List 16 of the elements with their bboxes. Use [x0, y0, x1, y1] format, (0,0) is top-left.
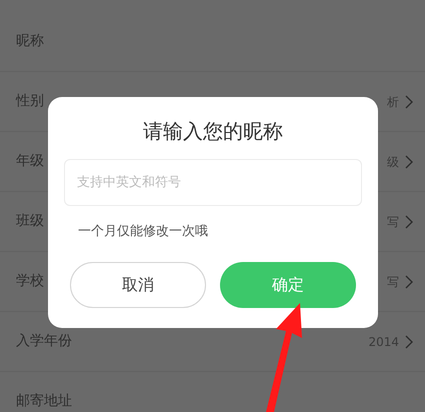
row-label: 性别 [16, 92, 44, 111]
chevron-right-icon [405, 154, 413, 168]
chevron-right-icon [405, 94, 413, 108]
cancel-button[interactable]: 取消 [70, 262, 206, 308]
row-label: 班级 [16, 212, 44, 231]
chevron-right-icon [405, 214, 413, 228]
dialog-title: 请输入您的昵称 [143, 118, 283, 145]
row-label: 昵称 [16, 32, 44, 51]
hint-text: 一个月仅能修改一次哦 [78, 224, 208, 239]
chevron-right-icon [405, 334, 413, 348]
row-label: 学校 [16, 272, 44, 291]
chevron-right-icon [405, 274, 413, 288]
nickname-input-field[interactable]: 支持中英文和符号 [64, 159, 362, 206]
row-label: 邮寄地址 [16, 392, 72, 411]
row-label: 入学年份 [16, 332, 72, 351]
row-label: 年级 [16, 152, 44, 171]
